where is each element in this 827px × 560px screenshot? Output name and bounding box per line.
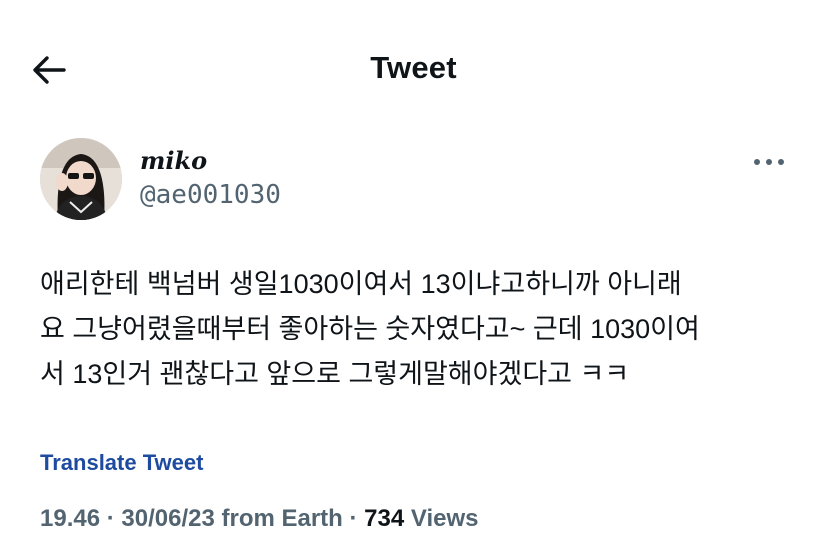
tweet-text-line: 애리한테 백넘버 생일1030이여서 13이냐고하니까 아니래	[40, 269, 682, 299]
more-horizontal-icon	[754, 159, 784, 165]
tweet-date[interactable]: 30/06/23	[121, 505, 214, 532]
tweet-text-line: 요 그냥어렸을때부터 좋아하는 숫자였다고~ 근데 1030이여	[40, 314, 700, 344]
tweet-meta: 19.46 · 30/06/23 from Earth · 734 Views	[40, 505, 478, 533]
meta-separator: ·	[342, 505, 365, 532]
tweet-source: from Earth	[214, 505, 343, 532]
tweet-header: Tweet	[0, 0, 827, 140]
more-options-button[interactable]	[752, 152, 786, 172]
page-title: Tweet	[370, 50, 457, 85]
tweet-text-line: 서 13인거 괜찮다고 앞으로 그렇게말해야겠다고 ㅋㅋ	[40, 359, 630, 389]
meta-separator: ·	[100, 505, 122, 532]
views-label: Views	[404, 505, 479, 532]
tweet-time[interactable]: 19.46	[40, 505, 100, 532]
views-count: 734	[364, 505, 405, 532]
translate-tweet-link[interactable]: Translate Tweet	[40, 450, 203, 476]
author-display-name[interactable]: miko	[140, 146, 207, 175]
tweet-text: 애리한테 백넘버 생일1030이여서 13이냐고하니까 아니래 요 그냥어렸을때…	[40, 262, 800, 397]
author-handle[interactable]: @ae001030	[140, 180, 281, 210]
avatar[interactable]	[40, 138, 122, 220]
